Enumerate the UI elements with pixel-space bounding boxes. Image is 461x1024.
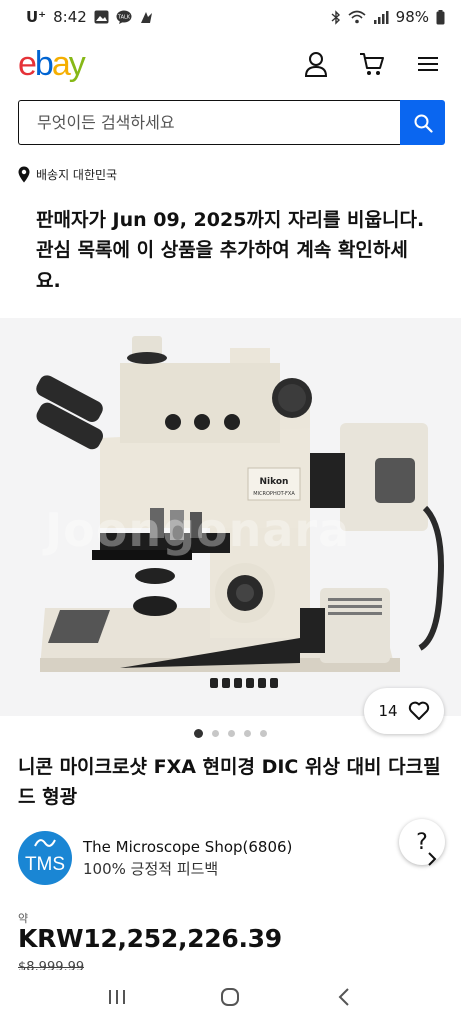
carousel-dot[interactable]: [244, 730, 251, 737]
menu-icon[interactable]: [413, 49, 443, 79]
seller-feedback: 100% 긍정적 피드백: [83, 860, 219, 878]
user-icon[interactable]: [301, 49, 331, 79]
talk-icon: TALK: [116, 10, 132, 25]
carousel-dot[interactable]: [228, 730, 235, 737]
image-watermark: Joongonara: [45, 503, 351, 557]
carousel-dot[interactable]: [194, 729, 203, 738]
seller-avatar: TMS: [18, 831, 72, 885]
price: KRW12,252,226.39: [18, 924, 282, 953]
heart-icon: [408, 701, 429, 720]
carousel-dot[interactable]: [212, 730, 219, 737]
battery-percent: 98%: [395, 8, 429, 26]
back-icon: [338, 988, 349, 1006]
recent-apps-icon: [108, 990, 125, 1004]
chevron-right-icon[interactable]: [426, 850, 438, 868]
carousel-dot[interactable]: [260, 730, 267, 737]
ebay-logo[interactable]: e b a y: [18, 45, 86, 84]
wifi-icon: [348, 10, 366, 24]
product-image-carousel[interactable]: Nikon MICROPHOT-FXA Joongonara: [0, 318, 461, 716]
ship-to-label: 배송지 대한민국: [36, 168, 118, 182]
search-icon: [414, 114, 433, 133]
carrier-label: U⁺: [26, 8, 47, 26]
clock: 8:42: [53, 8, 87, 26]
svg-text:TALK: TALK: [117, 14, 131, 20]
gallery-icon: [94, 10, 109, 24]
notification-app-icon: [139, 10, 154, 25]
signal-icon: [373, 10, 389, 24]
system-nav-bar: [0, 970, 461, 1024]
svg-text:MICROPHOT-FXA: MICROPHOT-FXA: [253, 491, 295, 497]
svg-text:Nikon: Nikon: [260, 477, 289, 487]
carousel-indicators: [0, 729, 461, 738]
seller-card[interactable]: TMS The Microscope Shop(6806) 100% 긍정적 피…: [18, 830, 443, 886]
search-input[interactable]: [18, 100, 400, 145]
status-bar: U⁺ 8:42 TALK 98%: [0, 0, 461, 34]
location-pin-icon: [18, 166, 30, 183]
wave-icon: [34, 839, 56, 847]
search-button[interactable]: [400, 100, 445, 145]
bluetooth-icon: [331, 9, 341, 25]
watch-count: 14: [378, 702, 398, 720]
back-button[interactable]: [324, 977, 364, 1017]
seller-away-notice: 판매자가 Jun 09, 2025까지 자리를 비웁니다. 관심 목록에 이 상…: [36, 209, 425, 292]
listing-title: 니콘 마이크로샷 FXA 현미경 DIC 위상 대비 다크필드 형광: [18, 756, 441, 809]
seller-name[interactable]: The Microscope Shop(6806): [83, 836, 292, 859]
home-icon: [221, 988, 240, 1006]
cart-icon[interactable]: [357, 49, 387, 79]
search-bar: [18, 100, 445, 145]
battery-icon: [436, 9, 445, 25]
ship-to-location[interactable]: 배송지 대한민국: [18, 166, 117, 183]
watch-button[interactable]: 14: [364, 688, 444, 734]
recent-apps-button[interactable]: [97, 977, 137, 1017]
help-button[interactable]: ?: [399, 819, 445, 865]
header: e b a y: [0, 38, 461, 90]
home-button[interactable]: [210, 977, 250, 1017]
